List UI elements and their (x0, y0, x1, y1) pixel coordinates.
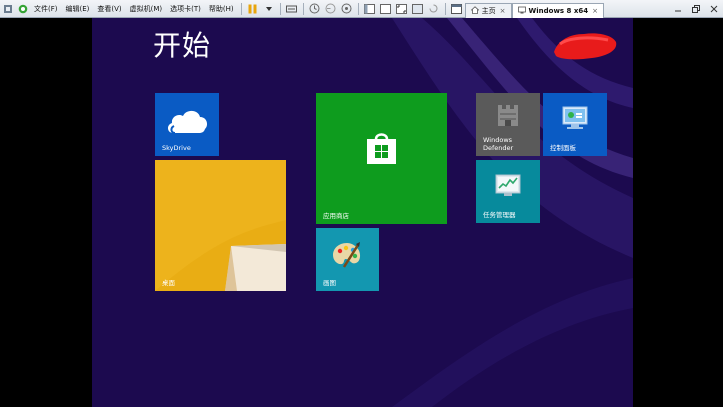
store-bag-icon (367, 133, 396, 164)
paint-palette-icon (333, 242, 361, 268)
unity-icon[interactable] (411, 2, 425, 16)
desktop-wallpaper-icon (155, 160, 286, 291)
tile-windows-defender[interactable]: Windows Defender (476, 93, 540, 156)
close-window-icon[interactable] (708, 3, 720, 15)
tile-skydrive-label: SkyDrive (162, 143, 191, 152)
tile-control-panel[interactable]: 控制面板 (543, 93, 607, 156)
tile-skydrive[interactable]: SkyDrive (155, 93, 219, 156)
tile-task-manager[interactable]: 任务管理器 (476, 160, 540, 223)
tile-task-manager-label: 任务管理器 (483, 210, 516, 219)
menu-edit[interactable]: 编辑(E) (62, 0, 94, 18)
tile-store[interactable]: 应用商店 (316, 93, 447, 224)
pause-icon[interactable] (246, 2, 260, 16)
toolbar-separator (357, 2, 359, 15)
vm-guest-screen[interactable]: 开始 SkyDrive 桌面 应用商店 画图 Windows Defender … (92, 18, 633, 407)
defender-castle-icon (498, 105, 518, 126)
close-icon[interactable]: × (500, 7, 506, 15)
redacted-user-avatar[interactable] (548, 26, 620, 64)
toolbar-separator (279, 2, 281, 15)
minimize-icon[interactable] (672, 3, 684, 15)
vmware-toolbar: 文件(F) 编辑(E) 查看(V) 虚拟机(M) 选项卡(T) 帮助(H) 主页… (0, 0, 723, 18)
toolbar-separator (444, 2, 446, 15)
snapshot-restore-icon[interactable] (324, 2, 338, 16)
snapshot-icon[interactable] (308, 2, 322, 16)
tab-home[interactable]: 主页 × (464, 2, 512, 18)
toolbar-separator (240, 2, 242, 15)
tile-control-panel-label: 控制面板 (550, 143, 576, 152)
library-icon[interactable] (450, 2, 464, 16)
menu-view[interactable]: 查看(V) (93, 0, 125, 18)
menu-help[interactable]: 帮助(H) (205, 0, 238, 18)
restore-icon[interactable] (690, 3, 702, 15)
task-manager-icon (495, 174, 521, 196)
vmware-logo-icon (2, 3, 13, 14)
start-screen-title: 开始 (153, 29, 212, 62)
tab-windows8[interactable]: Windows 8 x64 × (511, 2, 604, 18)
tile-store-label: 应用商店 (323, 211, 349, 220)
tab-home-label: 主页 (481, 6, 496, 15)
sidebar-toggle-icon[interactable] (363, 2, 377, 16)
menu-file[interactable]: 文件(F) (30, 0, 62, 18)
tile-desktop[interactable]: 桌面 (155, 160, 286, 291)
send-keys-icon[interactable] (285, 2, 299, 16)
chevron-down-icon[interactable] (262, 2, 276, 16)
menu-vm[interactable]: 虚拟机(M) (126, 0, 167, 18)
vm-tab-icon (517, 6, 526, 16)
stretch-icon[interactable] (427, 2, 441, 16)
control-panel-icon (562, 106, 588, 129)
fullscreen-icon[interactable] (395, 2, 409, 16)
tab-windows8-label: Windows 8 x64 (528, 6, 589, 15)
console-view-icon[interactable] (379, 2, 393, 16)
snapshot-manager-icon[interactable] (340, 2, 354, 16)
skydrive-cloud-icon (167, 110, 208, 134)
home-icon (470, 5, 480, 16)
tile-paint[interactable]: 画图 (316, 228, 379, 291)
tile-paint-label: 画图 (323, 278, 336, 287)
tile-desktop-label: 桌面 (162, 278, 175, 287)
toolbar-separator (302, 2, 304, 15)
menu-tabs[interactable]: 选项卡(T) (166, 0, 205, 18)
power-icon[interactable] (17, 3, 28, 14)
close-icon[interactable]: × (592, 7, 598, 15)
tile-windows-defender-label: Windows Defender (483, 136, 514, 152)
